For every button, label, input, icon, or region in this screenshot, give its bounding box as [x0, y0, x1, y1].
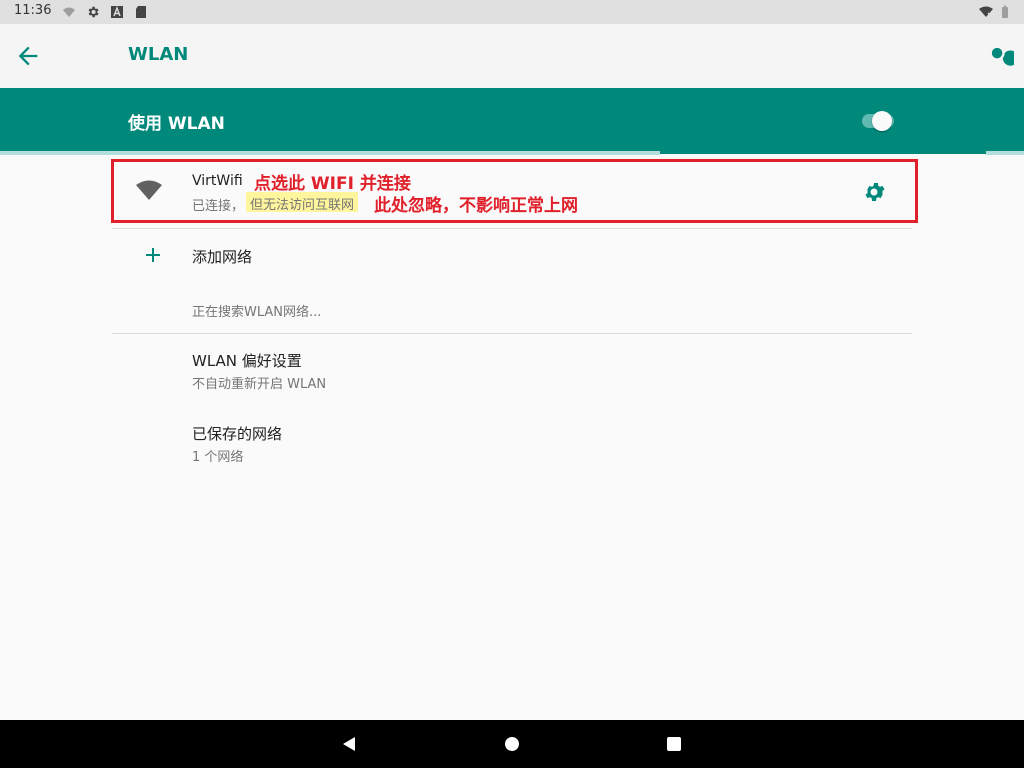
recents-square-icon[interactable] [667, 737, 681, 751]
saved-networks-title: 已保存的网络 [192, 425, 283, 443]
wlan-switch-label: 使用 WLAN [128, 114, 225, 134]
battery-icon [1002, 5, 1008, 18]
wlan-master-switch-bar[interactable]: 使用 WLAN [0, 88, 1024, 154]
system-nav-bar [0, 720, 1024, 768]
add-network-item[interactable]: 添加网络 [112, 230, 912, 282]
add-network-label: 添加网络 [192, 248, 253, 266]
wlan-preferences-subtitle: 不自动重新开启 WLAN [192, 377, 327, 392]
gear-icon [88, 6, 99, 18]
back-triangle-icon[interactable] [341, 736, 357, 752]
page-title: WLAN [128, 44, 189, 65]
divider [112, 228, 912, 229]
wlan-preferences-item[interactable]: WLAN 偏好设置 不自动重新开启 WLAN [112, 342, 912, 398]
annotation-highlight-box [111, 159, 918, 223]
sd-card-icon [136, 6, 146, 18]
wlan-toggle-switch[interactable] [860, 109, 896, 133]
status-bar: 11:36 [0, 0, 1024, 24]
toggle-thumb [872, 111, 892, 131]
progress-segment [0, 151, 660, 155]
wifi-x-icon [979, 6, 993, 18]
saved-networks-subtitle: 1 个网络 [192, 450, 244, 465]
divider [112, 333, 912, 334]
searching-status-text: 正在搜索WLAN网络... [192, 305, 322, 320]
wlan-preferences-title: WLAN 偏好设置 [192, 352, 302, 370]
search-icon[interactable] [986, 42, 1014, 70]
app-bar: WLAN [0, 24, 1024, 88]
back-arrow-icon[interactable] [14, 42, 42, 70]
saved-networks-item[interactable]: 已保存的网络 1 个网络 [112, 415, 912, 471]
a-badge-icon [111, 6, 123, 18]
home-circle-icon[interactable] [505, 737, 519, 751]
progress-segment [986, 151, 1024, 155]
wifi-off-icon [63, 7, 75, 17]
status-time: 11:36 [14, 3, 52, 18]
plus-icon [146, 248, 160, 262]
scanning-progress-bar [0, 151, 1024, 155]
